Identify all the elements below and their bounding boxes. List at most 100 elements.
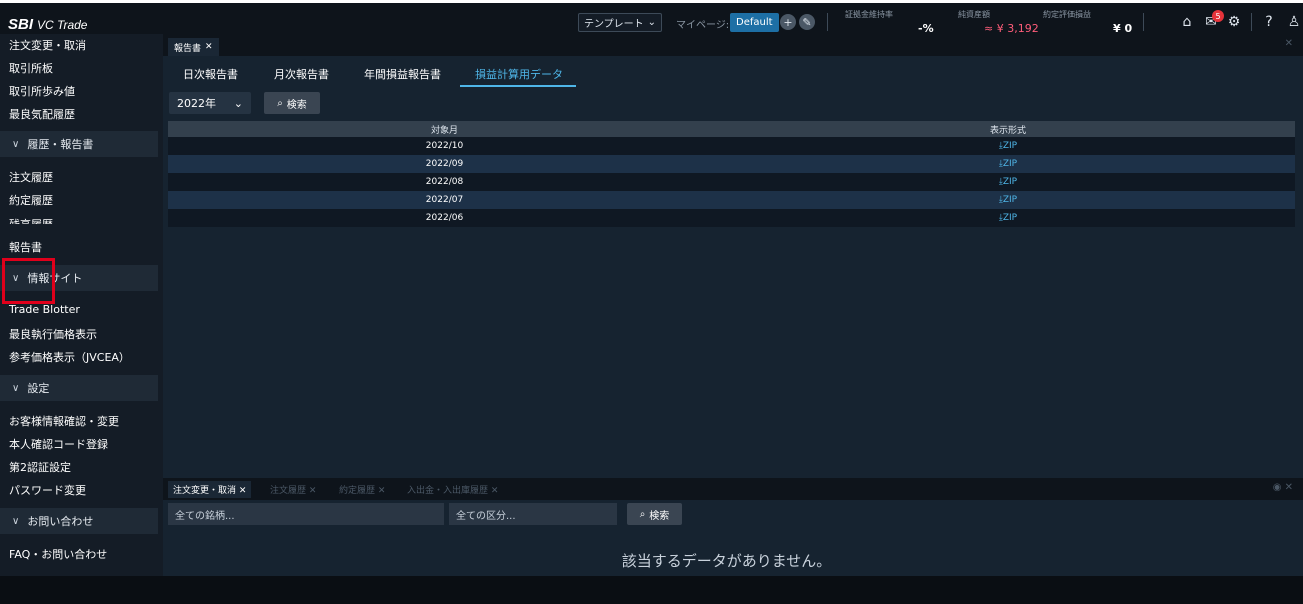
zip-download-link[interactable]: ⤓ZIP (999, 141, 1017, 151)
subtab-annual-pnl-report[interactable]: 年間損益報告書 (364, 66, 441, 82)
close-icon[interactable]: ✕ (239, 486, 247, 496)
sidebar-item-order-history[interactable]: 注文履歴 (9, 169, 53, 185)
search-label: 検索 (649, 510, 670, 522)
year-select[interactable]: 2022年 ⌄ (169, 92, 251, 114)
tab-deposit-history[interactable]: 入出金・入出庫履歴 ✕ (407, 483, 498, 496)
subtab-daily-report[interactable]: 日次報告書 (183, 66, 238, 82)
symbol-filter[interactable]: 全ての銘柄... (168, 503, 444, 525)
sidebar-item-faq[interactable]: FAQ・お問い合わせ (9, 546, 107, 562)
close-icon[interactable]: ✕ (309, 486, 317, 496)
sidebar-section-history-reports[interactable]: ∨ 履歴・報告書 (0, 131, 158, 157)
empty-message: 該当するデータがありません。 (621, 552, 832, 570)
tab-label: 報告書 (174, 43, 202, 54)
sidebar-item-password-change[interactable]: パスワード変更 (9, 482, 86, 498)
format-label: ZIP (1002, 213, 1018, 223)
subtab-pnl-calc-data[interactable]: 損益計算用データ (475, 66, 563, 82)
sidebar-section-settings[interactable]: ∨ 設定 (0, 375, 158, 401)
close-icon[interactable]: ✕ (491, 486, 499, 496)
mypage-label: マイページ: (676, 20, 730, 31)
section-title: お問い合わせ (27, 515, 94, 528)
default-page-button[interactable]: Default (730, 13, 779, 32)
sidebar-item-customer-info[interactable]: お客様情報確認・変更 (9, 413, 119, 429)
search-button[interactable]: ⌕ 検索 (627, 503, 682, 525)
format-label: ZIP (1002, 195, 1018, 205)
chevron-down-icon: ⌄ (233, 96, 243, 110)
panel-controls: ◉ ✕ (1273, 482, 1293, 493)
tab-order-change[interactable]: 注文変更・取消 ✕ (168, 481, 252, 498)
zip-download-link[interactable]: ⤓ZIP (999, 177, 1017, 187)
column-header-month: 対象月 (430, 125, 458, 136)
close-icon[interactable]: ✕ (1285, 482, 1293, 493)
zip-download-link[interactable]: ⤓ZIP (999, 213, 1017, 223)
table-header: 対象月 表示形式 (168, 121, 1295, 137)
pnl-label: 約定評価損益 (1043, 10, 1091, 19)
type-filter[interactable]: 全ての区分... (449, 503, 617, 525)
orders-panel: 注文変更・取消 ✕ 注文履歴 ✕ 約定履歴 ✕ 入出金・入出庫履歴 ✕ ◉ ✕ … (163, 478, 1303, 576)
chevron-down-icon: ⌄ (647, 17, 657, 28)
chevron-down-icon: ∨ (12, 515, 20, 527)
section-title: 履歴・報告書 (27, 138, 94, 151)
month-cell: 2022/10 (425, 141, 464, 151)
brand-logo[interactable]: SBI VC Trade (8, 16, 87, 33)
sidebar-item-reports[interactable]: 報告書 (9, 239, 42, 255)
sidebar-item-reference-price[interactable]: 参考価格表示（JVCEA） (9, 349, 130, 365)
search-button[interactable]: ⌕ 検索 (264, 92, 320, 114)
help-icon[interactable]: ? (1260, 13, 1278, 31)
gear-icon[interactable]: ⚙ (1225, 13, 1243, 31)
sidebar-item-trade-blotter[interactable]: Trade Blotter (9, 303, 80, 316)
chevron-down-icon: ∨ (12, 138, 20, 150)
tab-reports[interactable]: 報告書 ✕ (168, 38, 219, 56)
tab-order-history[interactable]: 注文履歴 ✕ (270, 483, 316, 496)
sidebar: 注文変更・取消 取引所板 取引所歩み値 最良気配履歴 ∨ 履歴・報告書 注文履歴… (0, 34, 163, 576)
search-label: 検索 (286, 99, 307, 111)
home-icon[interactable]: ⌂ (1178, 13, 1196, 31)
report-table: 対象月 表示形式 2022/10 ⤓ZIP 2022/09 ⤓ZIP 2022/… (168, 121, 1295, 227)
close-icon[interactable]: ✕ (1285, 38, 1293, 49)
user-icon[interactable]: ♙ (1285, 13, 1303, 31)
zip-download-link[interactable]: ⤓ZIP (999, 159, 1017, 169)
subtab-monthly-report[interactable]: 月次報告書 (274, 66, 329, 82)
footer-strip (0, 576, 1303, 604)
zip-download-link[interactable]: ⤓ZIP (999, 195, 1017, 205)
tab-execution-history[interactable]: 約定履歴 ✕ (339, 483, 385, 496)
net-assets-label: 純資産額 (958, 10, 990, 19)
divider (827, 13, 828, 31)
plus-icon[interactable]: + (780, 14, 796, 30)
highlight-annotation (2, 258, 55, 304)
format-label: ZIP (1002, 177, 1018, 187)
sidebar-item-trades-tape[interactable]: 取引所歩み値 (9, 83, 75, 99)
reports-panel: 報告書 ✕ ✕ 日次報告書 月次報告書 年間損益報告書 損益計算用データ 202… (163, 34, 1303, 478)
close-icon[interactable]: ✕ (205, 42, 213, 52)
year-value: 2022年 (177, 97, 216, 110)
sidebar-item-best-execution-price[interactable]: 最良執行価格表示 (9, 326, 97, 342)
month-cell: 2022/07 (425, 195, 464, 205)
eye-icon[interactable]: ◉ (1273, 482, 1282, 493)
column-header-format: 表示形式 (989, 125, 1026, 136)
sidebar-item-orderbook[interactable]: 取引所板 (9, 60, 53, 76)
sidebar-item-execution-history[interactable]: 約定履歴 (9, 192, 53, 208)
close-icon[interactable]: ✕ (378, 486, 386, 496)
sidebar-section-contact[interactable]: ∨ お問い合わせ (0, 508, 158, 534)
sidebar-item-order-change[interactable]: 注文変更・取消 (9, 37, 86, 53)
template-label: テンプレート (583, 19, 644, 30)
tab-label: 注文履歴 (270, 486, 307, 496)
table-row: 2022/08 ⤓ZIP (168, 173, 1295, 191)
search-icon: ⌕ (639, 508, 646, 520)
sidebar-item-best-quote-history[interactable]: 最良気配履歴 (9, 106, 75, 122)
sidebar-item-2fa-settings[interactable]: 第2認証設定 (9, 459, 71, 475)
sidebar-item-balance-history[interactable]: 残高履歴 (9, 216, 53, 224)
top-bar: SBI VC Trade テンプレート ⌄ マイページ: Default + ✎… (0, 0, 1303, 35)
chevron-down-icon: ∨ (12, 382, 20, 394)
notification-badge: 5 (1212, 10, 1224, 22)
section-title: 設定 (27, 382, 50, 395)
panel-tabstrip: 報告書 ✕ ✕ (163, 34, 1303, 56)
tab-label: 約定履歴 (339, 486, 376, 496)
brand-vc-trade: VC Trade (37, 18, 88, 32)
sidebar-item-identity-code[interactable]: 本人確認コード登録 (9, 436, 108, 452)
search-icon: ⌕ (277, 97, 283, 109)
month-cell: 2022/09 (425, 159, 464, 169)
edit-icon[interactable]: ✎ (799, 14, 815, 30)
template-dropdown[interactable]: テンプレート ⌄ (578, 13, 662, 32)
margin-ratio-label: 証拠金維持率 (845, 10, 893, 19)
format-label: ZIP (1002, 141, 1018, 151)
